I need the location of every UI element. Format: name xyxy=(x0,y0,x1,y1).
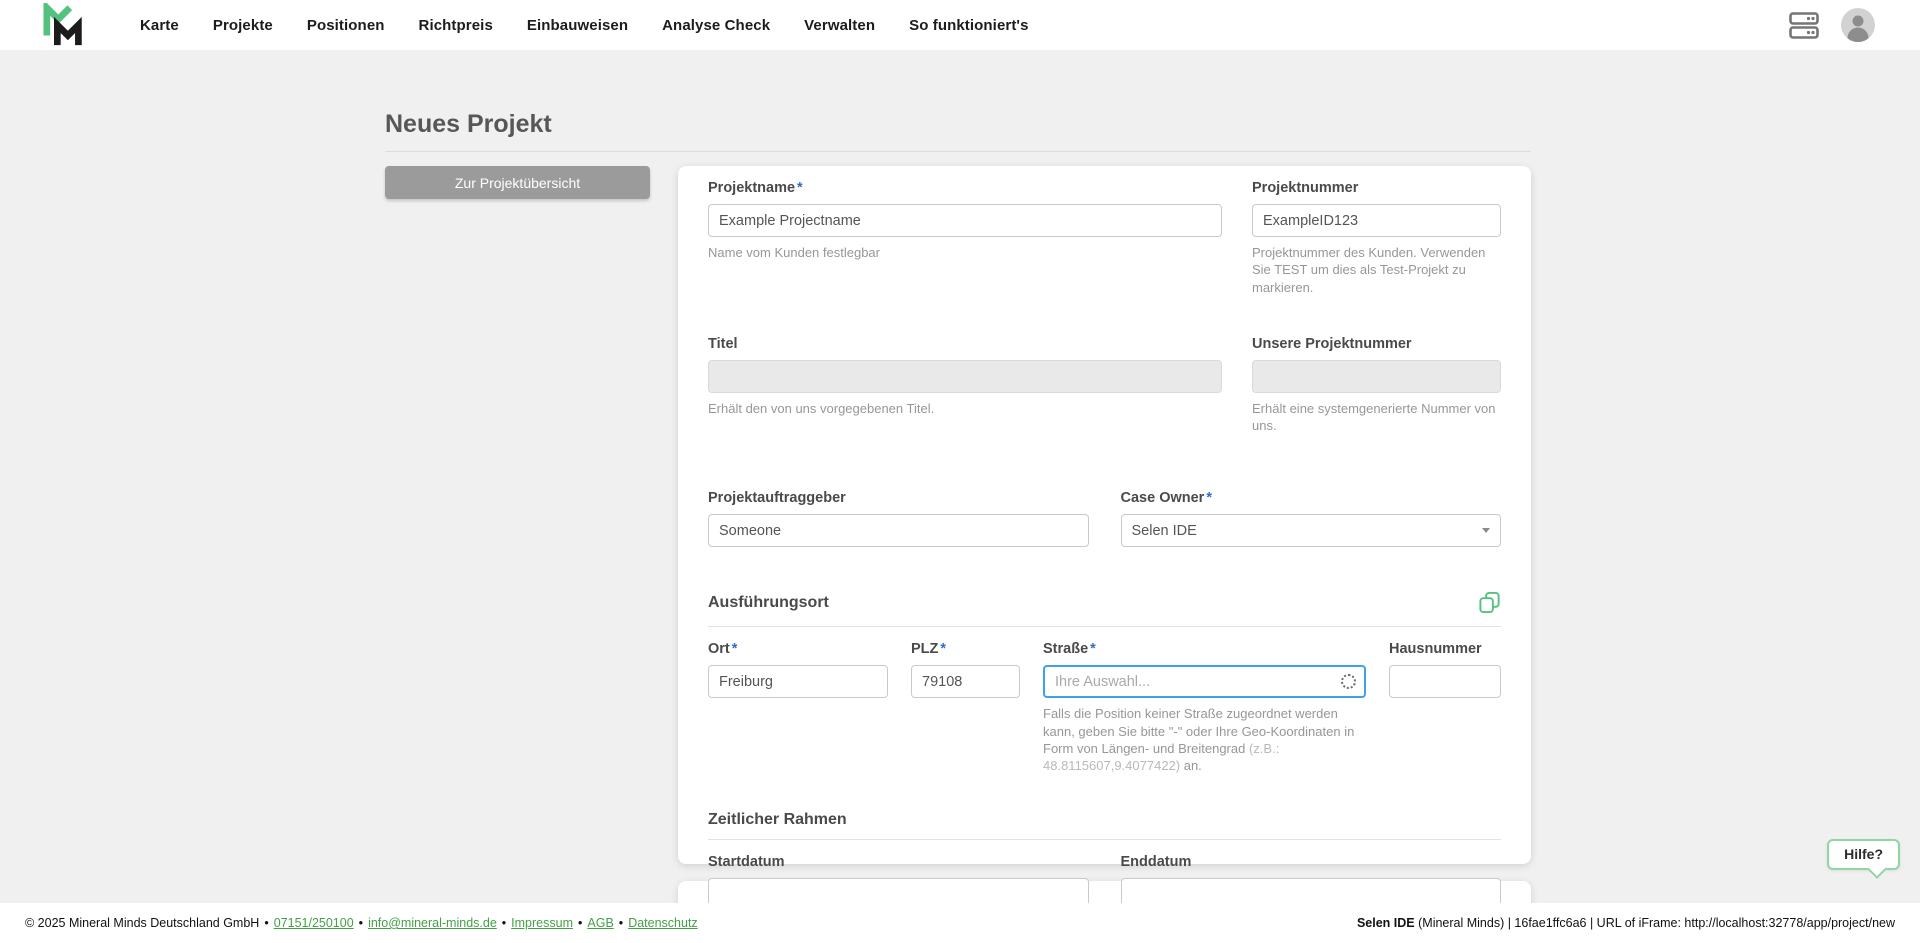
loading-spinner-icon xyxy=(1341,674,1356,689)
field-ort: Ort* xyxy=(708,641,888,774)
unsere-projektnummer-label: Unsere Projektnummer xyxy=(1252,336,1501,352)
field-projektname: Projektname* Name vom Kunden festlegbar xyxy=(708,180,1222,296)
copy-icon xyxy=(1478,591,1501,614)
nav-item-karte[interactable]: Karte xyxy=(140,17,179,34)
field-titel: Titel Erhält den von uns vorgegebenen Ti… xyxy=(708,336,1222,435)
titel-input xyxy=(708,360,1222,393)
separator: • xyxy=(359,916,363,930)
projektauftraggeber-label: Projektauftraggeber xyxy=(708,490,1089,506)
header-actions xyxy=(1789,8,1875,42)
strasse-input[interactable] xyxy=(1043,665,1366,698)
footer-link-impressum[interactable]: Impressum xyxy=(511,916,573,930)
enddatum-label: Enddatum xyxy=(1121,854,1502,870)
top-navbar: Karte Projekte Positionen Richtpreis Ein… xyxy=(0,0,1920,50)
footer: © 2025 Mineral Minds Deutschland GmbH • … xyxy=(0,903,1920,943)
help-button[interactable]: Hilfe? xyxy=(1827,839,1900,870)
title-divider xyxy=(385,151,1531,152)
footer-session-info: Selen IDE (Mineral Minds) | 16fae1ffc6a6… xyxy=(1357,916,1895,930)
separator: • xyxy=(578,916,582,930)
required-marker: * xyxy=(1206,490,1212,506)
nav-item-projekte[interactable]: Projekte xyxy=(213,17,273,34)
section-divider xyxy=(708,626,1501,627)
startdatum-label: Startdatum xyxy=(708,854,1089,870)
required-marker: * xyxy=(1090,641,1096,657)
ort-label: Ort xyxy=(708,641,730,657)
projektnummer-help: Projektnummer des Kunden. Verwenden Sie … xyxy=(1252,244,1501,296)
mineral-minds-logo-icon[interactable] xyxy=(40,3,90,47)
separator: • xyxy=(502,916,506,930)
section-divider xyxy=(708,839,1501,840)
hausnummer-input[interactable] xyxy=(1389,665,1501,698)
footer-link-email[interactable]: info@mineral-minds.de xyxy=(368,916,497,930)
case-owner-select[interactable]: Selen IDE xyxy=(1121,514,1502,547)
enddatum-input[interactable] xyxy=(1121,878,1502,903)
nav-item-so-funktionierts[interactable]: So funktioniert's xyxy=(909,17,1028,34)
plz-input[interactable] xyxy=(911,665,1020,698)
footer-copyright: © 2025 Mineral Minds Deutschland GmbH xyxy=(25,916,259,930)
nav-item-positionen[interactable]: Positionen xyxy=(307,17,385,34)
ausfuehrungsort-heading: Ausführungsort xyxy=(708,594,829,612)
projektnummer-input[interactable] xyxy=(1252,204,1501,237)
zeitlicher-rahmen-heading: Zeitlicher Rahmen xyxy=(708,811,847,829)
nav-item-analyse-check[interactable]: Analyse Check xyxy=(662,17,770,34)
case-owner-label: Case Owner xyxy=(1121,490,1205,506)
copy-location-button[interactable] xyxy=(1478,591,1501,614)
projektname-help: Name vom Kunden festlegbar xyxy=(708,244,1222,261)
field-strasse: Straße* Falls die Position keiner Straße… xyxy=(1043,641,1366,774)
plz-label: PLZ xyxy=(911,641,938,657)
titel-help: Erhält den von uns vorgegebenen Titel. xyxy=(708,400,1222,417)
required-marker: * xyxy=(797,180,803,196)
footer-user: Selen IDE xyxy=(1357,916,1415,930)
nav-item-verwalten[interactable]: Verwalten xyxy=(804,17,875,34)
titel-label: Titel xyxy=(708,336,1222,352)
unsere-projektnummer-input xyxy=(1252,360,1501,393)
footer-link-phone[interactable]: 07151/250100 xyxy=(274,916,354,930)
required-marker: * xyxy=(940,641,946,657)
projektnummer-label: Projektnummer xyxy=(1252,180,1501,196)
projektauftraggeber-input[interactable] xyxy=(708,514,1089,547)
field-case-owner: Case Owner* Selen IDE xyxy=(1121,490,1502,547)
field-unsere-projektnummer: Unsere Projektnummer Erhält eine systemg… xyxy=(1252,336,1501,435)
startdatum-input[interactable] xyxy=(708,878,1089,903)
field-projektnummer: Projektnummer Projektnummer des Kunden. … xyxy=(1252,180,1501,296)
footer-link-datenschutz[interactable]: Datenschutz xyxy=(628,916,697,930)
nav-item-richtpreis[interactable]: Richtpreis xyxy=(419,17,493,34)
zur-projektuebersicht-button[interactable]: Zur Projektübersicht xyxy=(385,166,650,199)
projektname-input[interactable] xyxy=(708,204,1222,237)
unsere-projektnummer-help: Erhält eine systemgenerierte Nummer von … xyxy=(1252,400,1501,435)
field-projektauftraggeber: Projektauftraggeber xyxy=(708,490,1089,547)
chevron-down-icon xyxy=(1482,528,1490,533)
separator: • xyxy=(264,916,268,930)
page-body: Neues Projekt Zur Projektübersicht Proje… xyxy=(0,50,1920,903)
main-nav: Karte Projekte Positionen Richtpreis Ein… xyxy=(140,17,1029,34)
hausnummer-label: Hausnummer xyxy=(1389,641,1501,657)
field-hausnummer: Hausnummer xyxy=(1389,641,1501,774)
strasse-help: Falls die Position keiner Straße zugeord… xyxy=(1043,705,1366,774)
ort-input[interactable] xyxy=(708,665,888,698)
server-icon[interactable] xyxy=(1789,12,1819,39)
required-marker: * xyxy=(732,641,738,657)
project-form-card: Projektname* Name vom Kunden festlegbar … xyxy=(678,166,1531,864)
field-enddatum: Enddatum xyxy=(1121,854,1502,903)
strasse-label: Straße xyxy=(1043,641,1088,657)
separator: • xyxy=(619,916,623,930)
page-title: Neues Projekt xyxy=(385,110,1531,139)
field-plz: PLZ* xyxy=(911,641,1020,774)
nav-item-einbauweisen[interactable]: Einbauweisen xyxy=(527,17,628,34)
user-avatar[interactable] xyxy=(1841,8,1875,42)
field-startdatum: Startdatum xyxy=(708,854,1089,903)
projektname-label: Projektname xyxy=(708,180,795,196)
footer-link-agb[interactable]: AGB xyxy=(587,916,613,930)
case-owner-value: Selen IDE xyxy=(1132,523,1197,539)
